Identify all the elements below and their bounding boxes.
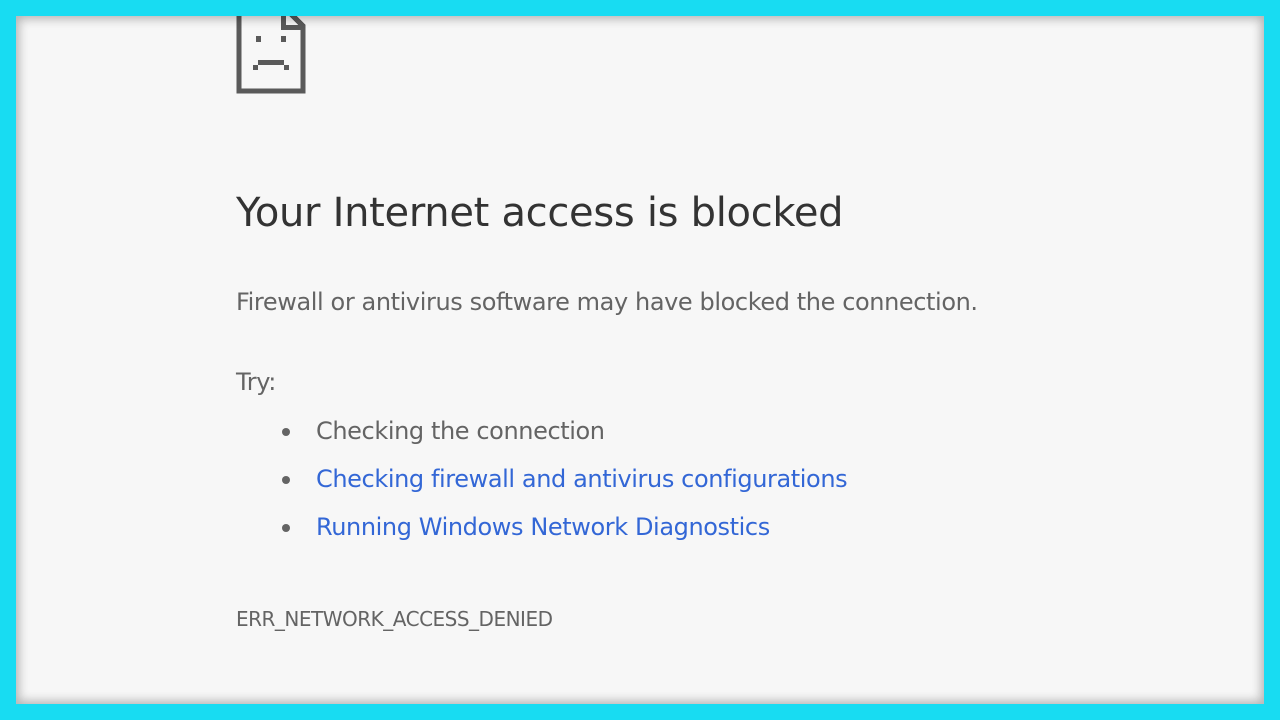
error-code: ERR_NETWORK_ACCESS_DENIED	[236, 607, 553, 631]
sad-page-icon	[236, 16, 306, 94]
network-diagnostics-link[interactable]: Running Windows Network Diagnostics	[316, 513, 770, 541]
page-title: Your Internet access is blocked	[236, 190, 844, 236]
try-label: Try:	[236, 368, 276, 396]
suggestion-item-diagnostics: Running Windows Network Diagnostics	[236, 512, 847, 560]
firewall-config-link[interactable]: Checking firewall and antivirus configur…	[316, 465, 848, 493]
error-description: Firewall or antivirus software may have …	[236, 288, 978, 316]
suggestion-item-check-connection: Checking the connection	[236, 416, 847, 464]
bullet-icon	[282, 476, 290, 484]
suggestion-label: Checking the connection	[316, 417, 605, 445]
frame-shadow	[16, 16, 1264, 704]
suggestion-list: Checking the connection Checking firewal…	[236, 416, 848, 560]
browser-frame: Your Internet access is blocked Firewall…	[0, 0, 1280, 720]
bullet-icon	[282, 428, 290, 436]
bullet-icon	[282, 524, 290, 532]
suggestion-item-firewall: Checking firewall and antivirus configur…	[236, 464, 848, 512]
